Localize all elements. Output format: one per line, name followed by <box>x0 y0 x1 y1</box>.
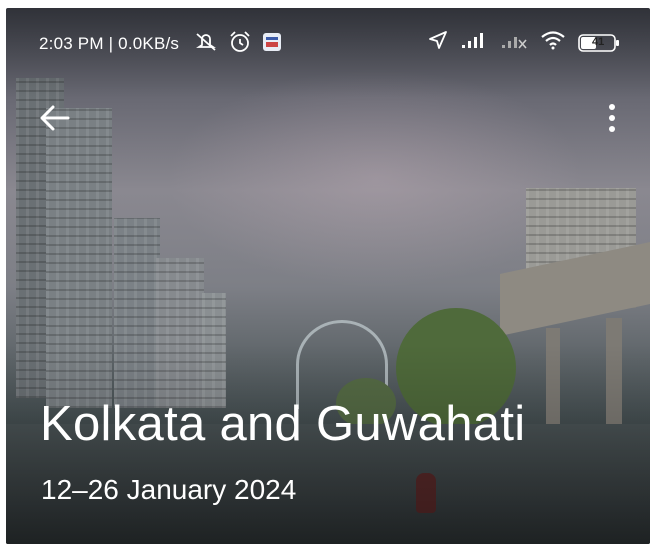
status-icons-left <box>194 30 282 59</box>
mute-icon <box>194 31 218 58</box>
more-options-button[interactable] <box>604 102 620 134</box>
trip-dates: 12–26 January 2024 <box>41 474 297 505</box>
signal-no-service-icon <box>500 31 528 54</box>
arrow-left-icon <box>40 105 70 131</box>
location-icon <box>428 30 448 55</box>
battery-icon: 41 <box>578 33 620 52</box>
wifi-icon <box>540 30 566 55</box>
status-bar: 2:03 PM | 0.0KB/s 41 <box>6 8 650 64</box>
app-notification-icon <box>262 32 282 57</box>
battery-level: 41 <box>592 35 605 48</box>
top-toolbar <box>6 98 650 138</box>
signal-icon <box>460 31 488 54</box>
trip-cover: 2:03 PM | 0.0KB/s 41 Kolkata and Guwahat… <box>6 8 650 544</box>
back-button[interactable] <box>38 104 70 132</box>
status-icons-right: 41 <box>428 30 620 55</box>
trip-title: Kolkata and Guwahati <box>40 397 526 451</box>
more-vertical-icon <box>609 104 615 132</box>
alarm-icon <box>228 30 252 59</box>
status-time: 2:03 PM | 0.0KB/s <box>39 34 180 53</box>
